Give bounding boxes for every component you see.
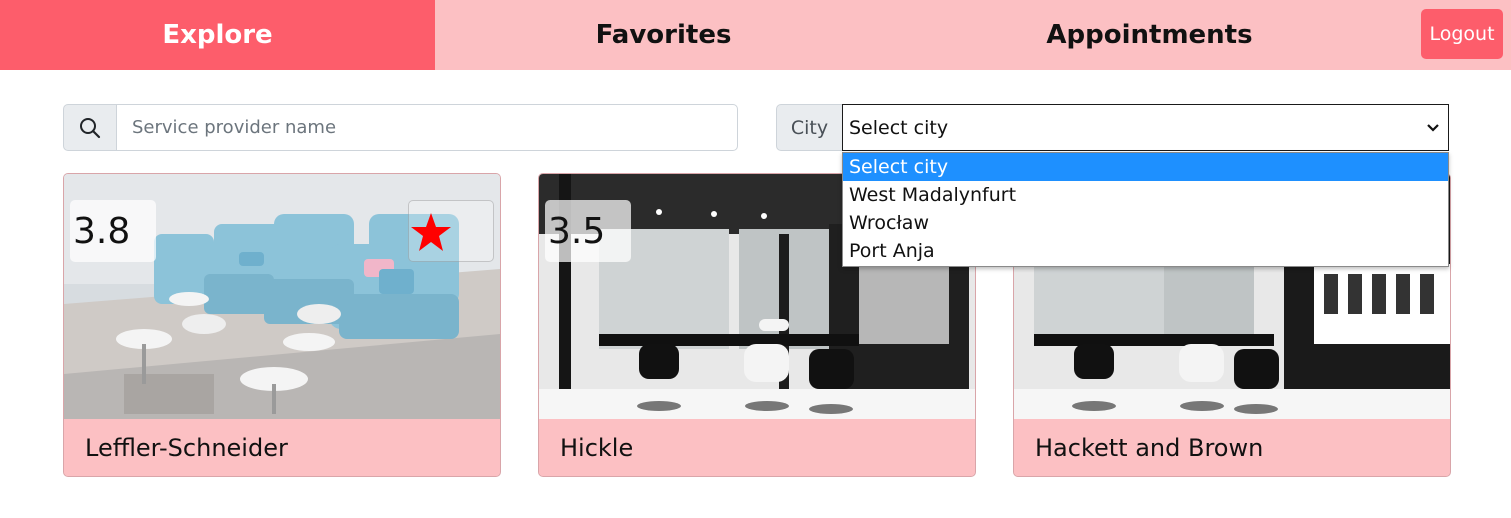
search-addon <box>63 104 117 151</box>
search-input[interactable] <box>116 104 738 151</box>
provider-card[interactable]: 3.8 Leffler-Schneider <box>63 173 501 477</box>
city-option[interactable]: Port Anja <box>843 237 1448 265</box>
star-icon <box>411 213 451 251</box>
tab-favorites[interactable]: Favorites <box>435 0 892 70</box>
city-dropdown: Select city West Madalynfurt Wrocław Por… <box>842 152 1449 267</box>
search-icon <box>80 117 101 138</box>
city-select[interactable]: Select city <box>842 104 1449 151</box>
favorite-toggle[interactable] <box>408 200 494 262</box>
rating-badge: 3.8 <box>70 200 156 262</box>
city-option[interactable]: Select city <box>843 153 1448 181</box>
city-select-value: Select city <box>849 116 949 139</box>
provider-name: Hackett and Brown <box>1014 419 1450 476</box>
provider-name: Hickle <box>539 419 975 476</box>
tab-appointments[interactable]: Appointments <box>892 0 1407 70</box>
city-option[interactable]: West Madalynfurt <box>843 181 1448 209</box>
rating-badge: 3.5 <box>545 200 631 262</box>
city-option[interactable]: Wrocław <box>843 209 1448 237</box>
city-label: City <box>776 104 843 151</box>
logout-button[interactable]: Logout <box>1421 9 1503 59</box>
chevron-down-icon <box>1427 124 1439 132</box>
top-nav: Explore Favorites Appointments Logout <box>0 0 1511 70</box>
tab-explore[interactable]: Explore <box>0 0 435 70</box>
provider-name: Leffler-Schneider <box>64 419 500 476</box>
